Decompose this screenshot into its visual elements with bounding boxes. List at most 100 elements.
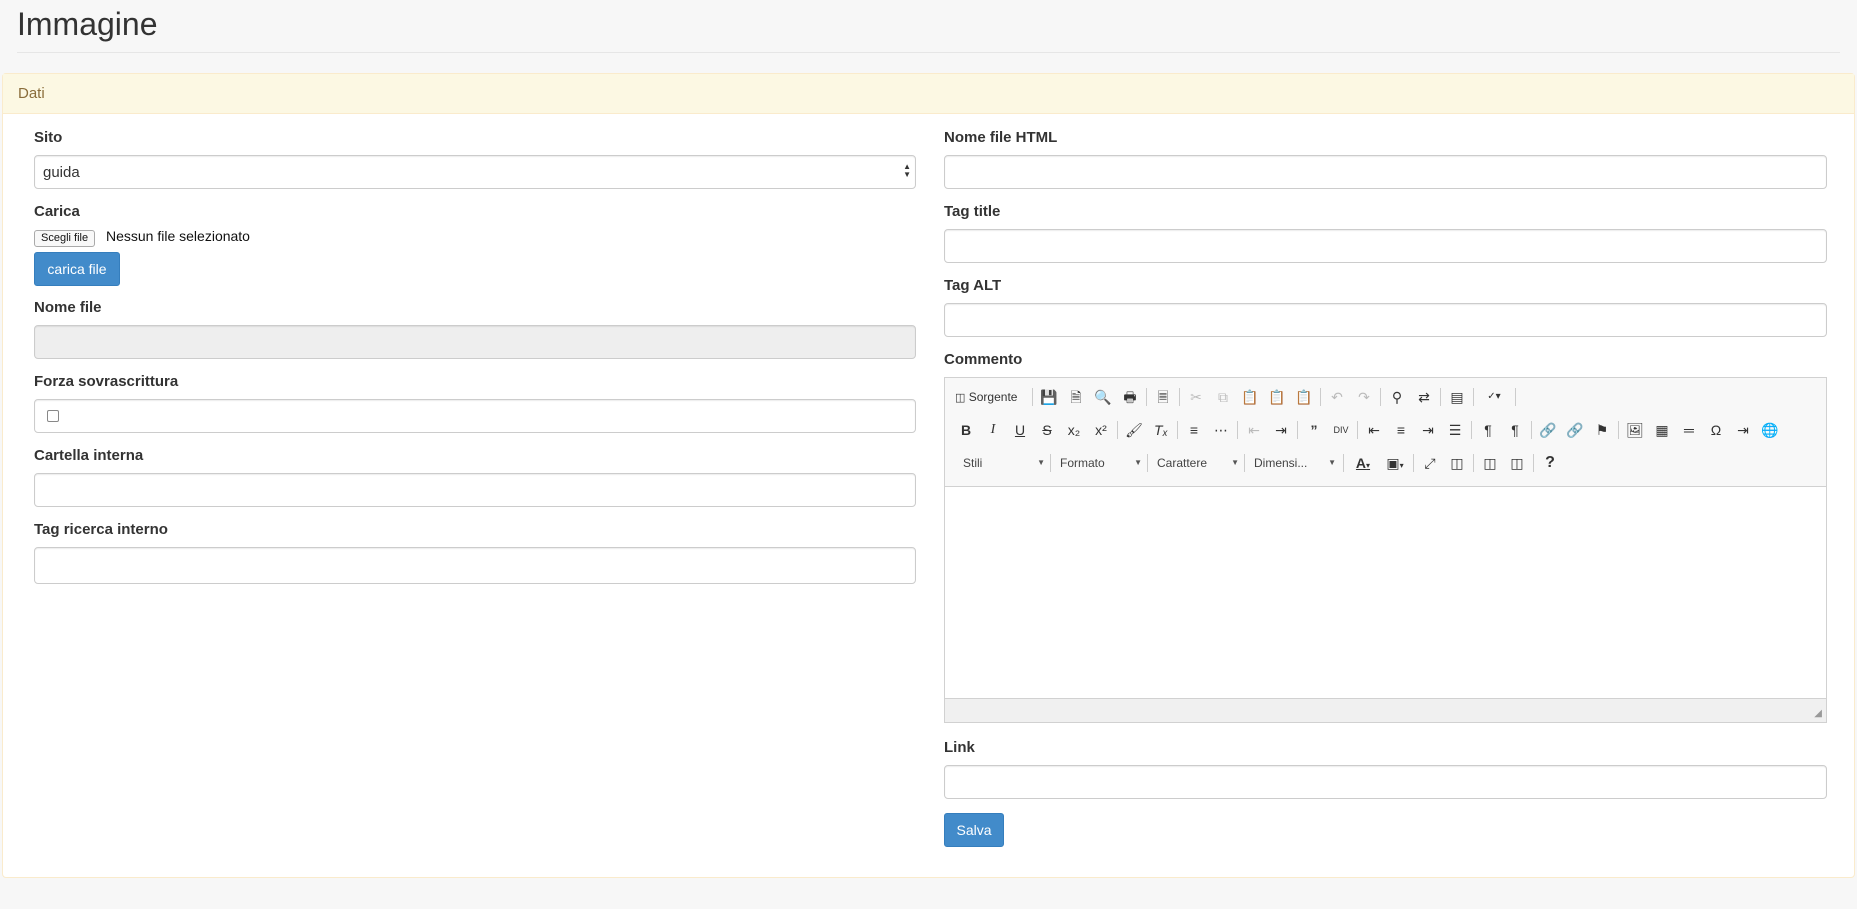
tag-alt-group: Tag ALT bbox=[944, 277, 1827, 337]
ltr-icon[interactable]: ¶ bbox=[1477, 420, 1499, 440]
toolbar-separator bbox=[1177, 421, 1178, 439]
tag-title-group: Tag title bbox=[944, 203, 1827, 263]
tag-alt-label: Tag ALT bbox=[944, 277, 1002, 294]
maximize-icon[interactable]: ⤢ bbox=[1419, 453, 1441, 473]
source-button[interactable]: ◫ Sorgente bbox=[955, 387, 1025, 407]
nome-html-input[interactable] bbox=[944, 155, 1827, 189]
align-left-icon[interactable]: ⇤ bbox=[1363, 420, 1385, 440]
preview-icon[interactable]: 🔍 bbox=[1092, 387, 1114, 407]
templates-icon[interactable]: 🗏 bbox=[1152, 387, 1174, 407]
save-button[interactable]: Salva bbox=[944, 813, 1004, 847]
choose-file-button[interactable]: Scegli file bbox=[34, 230, 96, 247]
image-icon[interactable]: 🖼 bbox=[1624, 420, 1646, 440]
subscript-icon[interactable]: x₂ bbox=[1063, 420, 1085, 440]
resize-handle-icon[interactable]: ◢ bbox=[1814, 708, 1822, 719]
page-break-icon[interactable]: ⇥ bbox=[1732, 420, 1754, 440]
upload-file-button[interactable]: carica file bbox=[34, 252, 120, 286]
sito-label: Sito bbox=[34, 129, 63, 146]
tag-title-input[interactable] bbox=[944, 229, 1827, 263]
tag-alt-input[interactable] bbox=[944, 303, 1827, 337]
bold-icon[interactable]: B bbox=[955, 420, 977, 440]
link-icon[interactable]: 🔗 bbox=[1537, 420, 1559, 440]
div-container-icon[interactable]: DIV bbox=[1330, 420, 1352, 440]
show-blocks-icon[interactable]: ◫ bbox=[1446, 453, 1468, 473]
sito-select-value: guida bbox=[43, 164, 80, 181]
numbered-list-icon[interactable]: ≡ bbox=[1183, 420, 1205, 440]
toolbar-separator bbox=[1117, 421, 1118, 439]
forza-label: Forza sovrascrittura bbox=[34, 373, 179, 390]
file-status-text: Nessun file selezionato bbox=[106, 228, 250, 244]
nome-file-label: Nome file bbox=[34, 299, 102, 316]
font-combo[interactable]: Carattere ▼ bbox=[1157, 453, 1239, 473]
align-justify-icon[interactable]: ☰ bbox=[1444, 420, 1466, 440]
remove-format-icon[interactable]: Tₓ bbox=[1150, 420, 1172, 440]
cartella-input[interactable] bbox=[34, 473, 916, 507]
table-icon[interactable]: ▦ bbox=[1651, 420, 1673, 440]
panel-heading: Dati bbox=[3, 74, 1854, 114]
save-icon[interactable]: 💾 bbox=[1038, 387, 1060, 407]
forza-checkbox[interactable] bbox=[47, 410, 59, 422]
text-color-icon[interactable]: A▾ bbox=[1349, 453, 1377, 473]
nome-html-label: Nome file HTML bbox=[944, 129, 1058, 146]
italic-icon[interactable]: I bbox=[982, 420, 1004, 440]
paste-text-icon[interactable]: 📋 bbox=[1266, 387, 1288, 407]
align-right-icon[interactable]: ⇥ bbox=[1417, 420, 1439, 440]
help-icon[interactable]: ? bbox=[1539, 453, 1561, 473]
nome-file-group: Nome file bbox=[34, 299, 916, 359]
toolbar-separator bbox=[1531, 421, 1532, 439]
bulleted-list-icon[interactable]: ⋯ bbox=[1210, 420, 1232, 440]
styles-combo[interactable]: Stili ▼ bbox=[963, 453, 1045, 473]
select-all-icon[interactable]: ▤ bbox=[1446, 387, 1468, 407]
print-icon[interactable]: 🖶 bbox=[1119, 387, 1141, 407]
toolbar-separator bbox=[1343, 454, 1344, 472]
three-columns-icon[interactable]: ◫ bbox=[1506, 453, 1528, 473]
format-combo[interactable]: Formato ▼ bbox=[1060, 453, 1142, 473]
toolbar-separator bbox=[1297, 421, 1298, 439]
page-title: Immagine bbox=[17, 6, 158, 42]
spellcheck-icon[interactable]: ✓▾ bbox=[1479, 387, 1509, 407]
find-icon[interactable]: ⚲ bbox=[1386, 387, 1408, 407]
superscript-icon[interactable]: x² bbox=[1090, 420, 1112, 440]
cartella-group: Cartella interna bbox=[34, 447, 916, 507]
toolbar-separator bbox=[1032, 388, 1033, 406]
indent-icon[interactable]: ⇥ bbox=[1270, 420, 1292, 440]
align-center-icon[interactable]: ≡ bbox=[1390, 420, 1412, 440]
tag-ricerca-input[interactable] bbox=[34, 547, 916, 584]
link-input[interactable] bbox=[944, 765, 1827, 799]
unlink-icon[interactable]: 🔗 bbox=[1564, 420, 1586, 440]
toolbar-separator bbox=[1440, 388, 1441, 406]
forza-group: Forza sovrascrittura bbox=[34, 373, 916, 433]
commento-label: Commento bbox=[944, 351, 1023, 368]
copy-format-icon[interactable]: 🖌 bbox=[1123, 420, 1145, 440]
size-combo[interactable]: Dimensi... ▼ bbox=[1254, 453, 1336, 473]
nome-file-input[interactable] bbox=[34, 325, 916, 359]
underline-icon[interactable]: U bbox=[1009, 420, 1031, 440]
replace-icon[interactable]: ⇄ bbox=[1413, 387, 1435, 407]
sito-select[interactable]: guida ▲ ▼ bbox=[34, 155, 916, 189]
rtl-icon[interactable]: ¶ bbox=[1504, 420, 1526, 440]
redo-icon[interactable]: ↷ bbox=[1353, 387, 1375, 407]
paste-word-icon[interactable]: 📋 bbox=[1293, 387, 1315, 407]
size-combo-label: Dimensi... bbox=[1254, 456, 1308, 470]
iframe-globe-icon[interactable]: 🌐 bbox=[1759, 420, 1781, 440]
copy-icon[interactable]: ⧉ bbox=[1212, 387, 1234, 407]
blockquote-icon[interactable]: ” bbox=[1303, 420, 1325, 440]
cut-icon[interactable]: ✂ bbox=[1185, 387, 1207, 407]
paste-icon[interactable]: 📋 bbox=[1239, 387, 1261, 407]
horizontal-line-icon[interactable]: ═ bbox=[1678, 420, 1700, 440]
new-page-icon[interactable]: 🗎 bbox=[1065, 387, 1087, 407]
anchor-flag-icon[interactable]: ⚑ bbox=[1591, 420, 1613, 440]
strikethrough-icon[interactable]: S bbox=[1036, 420, 1058, 440]
background-color-icon[interactable]: ▣▾ bbox=[1381, 453, 1409, 473]
two-columns-icon[interactable]: ◫ bbox=[1479, 453, 1501, 473]
styles-combo-label: Stili bbox=[963, 456, 983, 470]
carica-group: Carica Scegli file Nessun file seleziona… bbox=[34, 203, 916, 293]
editor-content-area[interactable] bbox=[945, 487, 1826, 697]
special-char-icon[interactable]: Ω bbox=[1705, 420, 1727, 440]
undo-icon[interactable]: ↶ bbox=[1326, 387, 1348, 407]
outdent-icon[interactable]: ⇤ bbox=[1243, 420, 1265, 440]
chevron-down-icon: ▼ bbox=[1328, 458, 1336, 467]
toolbar-separator bbox=[1244, 454, 1245, 472]
chevron-down-icon: ▼ bbox=[1134, 458, 1142, 467]
nome-html-group: Nome file HTML bbox=[944, 129, 1827, 189]
